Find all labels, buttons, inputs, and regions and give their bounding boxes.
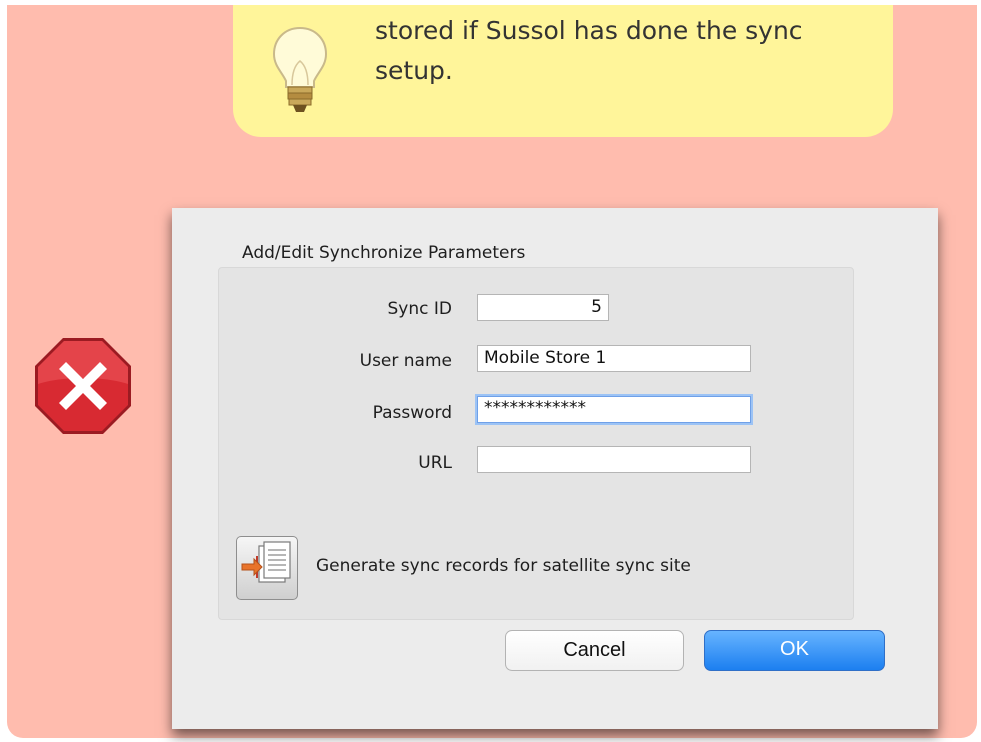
url-label: URL	[418, 453, 452, 473]
url-field[interactable]	[477, 446, 751, 473]
group-title: Add/Edit Synchronize Parameters	[242, 243, 526, 263]
tip-text-line: stored if Sussol has done the sync	[375, 16, 803, 45]
password-label: Password	[372, 403, 452, 423]
generate-sync-records-button[interactable]	[236, 536, 298, 600]
sync-id-field[interactable]: 5	[477, 294, 609, 321]
tip-text-line: setup.	[375, 56, 453, 85]
sync-parameters-dialog: Add/Edit Synchronize Parameters Sync ID …	[172, 208, 938, 729]
sync-id-label: Sync ID	[387, 299, 452, 319]
user-name-label: User name	[359, 351, 452, 371]
lightbulb-icon	[272, 26, 328, 112]
generate-sync-records-label: Generate sync records for satellite sync…	[316, 556, 691, 576]
error-stop-icon	[35, 338, 131, 434]
tip-box: stored if Sussol has done the sync setup…	[233, 5, 893, 137]
user-name-field[interactable]: Mobile Store 1	[477, 345, 751, 372]
password-field[interactable]: ************	[477, 396, 751, 423]
import-document-icon	[241, 541, 291, 583]
cancel-button[interactable]: Cancel	[505, 630, 684, 671]
warning-box: stored if Sussol has done the sync setup…	[7, 5, 977, 738]
ok-button[interactable]: OK	[704, 630, 885, 671]
tip-text: stored if Sussol has done the sync setup…	[375, 11, 875, 91]
